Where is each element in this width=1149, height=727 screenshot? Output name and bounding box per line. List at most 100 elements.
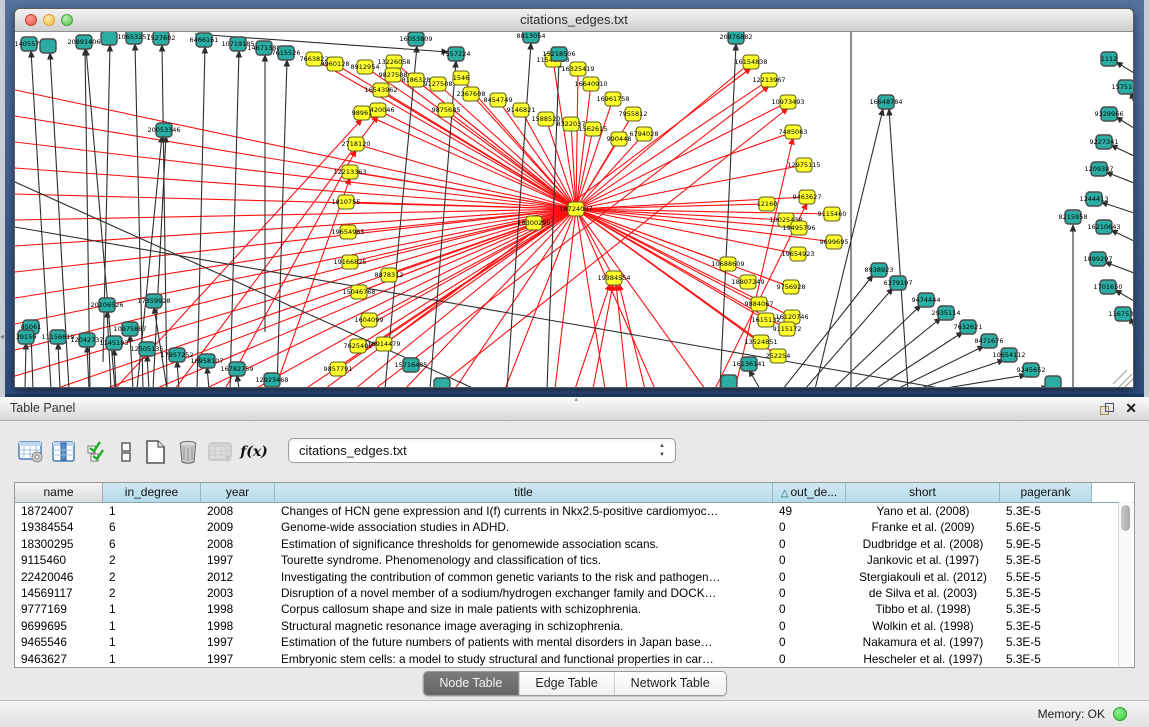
table-cell: 2012 <box>201 569 275 585</box>
graph-node[interactable] <box>434 378 450 388</box>
graph-node[interactable] <box>40 39 56 53</box>
table-panel-body: f(x) citations_edges.txt ▲ ▼ namein_degr… <box>0 421 1149 700</box>
table-scrollbar[interactable] <box>1118 502 1133 666</box>
graph-node-label: 39159 <box>16 333 37 341</box>
table-cell: 0 <box>773 618 846 634</box>
table-row[interactable]: 1456911722003Disruption of a novel membe… <box>15 585 1134 601</box>
table-cell: 1997 <box>201 634 275 650</box>
table-cell: 2008 <box>201 503 275 519</box>
graph-edge <box>384 209 576 344</box>
graph-node-label: 16648784 <box>869 98 902 106</box>
table-cell: Disruption of a novel member of a sodium… <box>275 585 773 601</box>
splitter-grip-icon[interactable]: ▴ <box>575 398 585 403</box>
graph-node-label: 15716485 <box>394 361 427 369</box>
graph-edge <box>1101 202 1134 213</box>
table-cell: Yano et al. (2008) <box>846 503 1000 519</box>
graph-node-label: 15046768 <box>342 288 375 296</box>
close-window-icon[interactable] <box>25 14 37 26</box>
table-source-dropdown[interactable]: citations_edges.txt ▲ ▼ <box>288 438 676 463</box>
table-cell: 5.3E-5 <box>1000 503 1092 519</box>
graph-edge <box>147 355 149 388</box>
table-source-value: citations_edges.txt <box>299 443 407 458</box>
network-window-titlebar[interactable]: citations_edges.txt <box>15 9 1133 32</box>
new-file-icon[interactable] <box>140 438 170 466</box>
function-icon[interactable]: f(x) <box>239 438 269 466</box>
delete-icon[interactable] <box>173 438 203 466</box>
table-panel-header[interactable]: ▴ Table Panel ✕ <box>0 397 1149 421</box>
network-window[interactable]: citations_edges.txt 18724007183002951938… <box>14 8 1134 388</box>
table-row[interactable]: 977716911998Corpus callosum shape and si… <box>15 601 1134 617</box>
table-row[interactable]: 911546021997Tourette syndrome. Phenomeno… <box>15 552 1134 568</box>
graph-node-label: 1562615 <box>579 125 608 133</box>
column-header-in_degree[interactable]: in_degree <box>103 483 201 502</box>
column-header-short[interactable]: short <box>846 483 1000 502</box>
column-header-out_de[interactable]: △out_de... <box>773 483 846 502</box>
table-panel-title: Table Panel <box>10 401 75 415</box>
table-cell: 9115460 <box>15 552 103 568</box>
table-cell: Estimation of the future numbers of pati… <box>275 634 773 650</box>
table-row[interactable]: 2242004622012Investigating the contribut… <box>15 569 1134 585</box>
float-panel-icon[interactable] <box>1100 403 1113 416</box>
graph-node[interactable] <box>101 32 117 45</box>
column-visibility-icon[interactable] <box>49 438 79 466</box>
table-cell: 2009 <box>201 519 275 535</box>
table-cell: Genome-wide association studies in ADHD. <box>275 519 773 535</box>
table-row[interactable]: 946362711997Embryonic stem cells: a mode… <box>15 651 1134 667</box>
column-header-name[interactable]: name <box>15 483 103 502</box>
minimize-window-icon[interactable] <box>43 14 55 26</box>
table-row[interactable]: 1938455462009Genome-wide association stu… <box>15 519 1134 535</box>
scrollbar-thumb[interactable] <box>1121 505 1130 531</box>
graph-edge <box>130 335 133 388</box>
graph-node-label: 6466161 <box>190 36 219 44</box>
citation-network-graph[interactable]: 1872400718300295193845541322605898275081… <box>15 32 1134 388</box>
graph-node-label: 1546 <box>453 74 470 82</box>
column-header-title[interactable]: title <box>275 483 773 502</box>
table-row[interactable]: 969969511998Structural magnetic resonanc… <box>15 618 1134 634</box>
splitter-collapse-icon[interactable]: ◂ <box>0 330 6 344</box>
zoom-window-icon[interactable] <box>61 14 73 26</box>
graph-node-label: 1615132 <box>752 316 781 324</box>
tab-network-table[interactable]: Network Table <box>615 672 726 695</box>
graph-edge <box>1113 370 1127 384</box>
graph-node-label: 9329966 <box>1095 110 1124 118</box>
delete-table-icon <box>206 438 236 466</box>
graph-node-label: 16914479 <box>367 340 400 348</box>
select-columns-icon[interactable] <box>82 438 112 466</box>
graph-edge <box>207 367 209 388</box>
table-row[interactable]: 1830029562008Estimation of significance … <box>15 536 1134 552</box>
tab-edge-table[interactable]: Edge Table <box>519 672 614 695</box>
table-cell: Structural magnetic resonance image aver… <box>275 618 773 634</box>
graph-node-label: 10975887 <box>113 325 146 333</box>
table-cell: 9465546 <box>15 634 103 650</box>
table-row[interactable]: 946554611997Estimation of the future num… <box>15 634 1134 650</box>
graph-node[interactable] <box>721 375 737 388</box>
memory-status-icon[interactable] <box>1113 707 1127 721</box>
graph-node[interactable] <box>1045 376 1061 388</box>
row-height-icon[interactable] <box>115 438 137 466</box>
column-header-pagerank[interactable]: pagerank <box>1000 483 1092 502</box>
graph-node-label: 9875685 <box>432 106 461 114</box>
graph-edge <box>237 375 239 388</box>
table-cell: Hescheler et al. (1997) <box>846 651 1000 667</box>
tab-node-table[interactable]: Node Table <box>423 672 519 695</box>
table-cell: 5.3E-5 <box>1000 618 1092 634</box>
table-cell: Tourette syndrome. Phenomenology and cla… <box>275 552 773 568</box>
graph-node-label: 10654112 <box>992 351 1025 359</box>
graph-node-label: 20876882 <box>719 33 752 41</box>
graph-node-label: 17359928 <box>137 297 170 305</box>
graph-node-label: 8471676 <box>975 337 1004 345</box>
column-header-year[interactable]: year <box>201 483 275 502</box>
dropdown-stepper-icon[interactable]: ▲ ▼ <box>657 442 667 460</box>
close-panel-icon[interactable]: ✕ <box>1125 400 1137 416</box>
graph-node-label: 12213967 <box>752 76 785 84</box>
graph-edge <box>1106 172 1134 183</box>
table-cell: 5.3E-5 <box>1000 651 1092 667</box>
graph-node-label: 12160 <box>757 200 778 208</box>
table-row[interactable]: 1872400712008Changes of HCN gene express… <box>15 503 1134 519</box>
table-cell: 1997 <box>201 552 275 568</box>
table-toolbar: f(x) <box>16 435 272 469</box>
network-graph-canvas[interactable]: 1872400718300295193845541322605898275081… <box>15 32 1134 388</box>
table-cell: 5.5E-5 <box>1000 569 1092 585</box>
table-cell: 5.3E-5 <box>1000 634 1092 650</box>
table-settings-icon[interactable] <box>16 438 46 466</box>
